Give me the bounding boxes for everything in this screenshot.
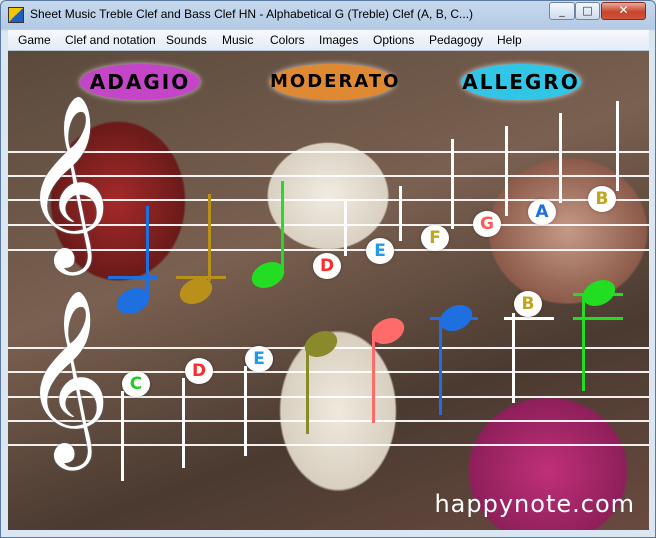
note-stem: [244, 366, 247, 456]
ledger-line: [108, 276, 158, 279]
menu-options[interactable]: Options: [373, 33, 414, 47]
app-icon[interactable]: [8, 7, 24, 23]
note-label-e[interactable]: E: [245, 346, 273, 372]
menu-music[interactable]: Music: [222, 33, 253, 47]
game-stage[interactable]: 𝄞 𝄞 ADAGIO MODERATO ALLEGRO D E F G A B …: [8, 51, 649, 530]
ledger-line: [573, 317, 623, 320]
note-stem: [512, 313, 515, 403]
treble-clef-upper: 𝄞: [22, 94, 111, 268]
note-stem: [451, 139, 454, 229]
window-title: Sheet Music Treble Clef and Bass Clef HN…: [30, 7, 474, 21]
note-label-b[interactable]: B: [588, 186, 616, 212]
note-stem: [121, 391, 124, 481]
menu-images[interactable]: Images: [319, 33, 358, 47]
note-stem: [505, 126, 508, 216]
note-label-f[interactable]: F: [421, 225, 449, 251]
close-button[interactable]: ✕: [601, 2, 646, 20]
note-label-e[interactable]: E: [366, 238, 394, 264]
note-label-d[interactable]: D: [185, 358, 213, 384]
menu-sounds[interactable]: Sounds: [166, 33, 207, 47]
note-stem: [616, 101, 619, 191]
allegro-button[interactable]: ALLEGRO: [461, 64, 581, 100]
note-stem: [559, 113, 562, 203]
note-label-c[interactable]: C: [122, 371, 150, 397]
moderato-button[interactable]: MODERATO: [270, 64, 398, 100]
app-window: Sheet Music Treble Clef and Bass Clef HN…: [0, 0, 656, 538]
note-stem: [582, 295, 585, 391]
note-stem: [439, 319, 442, 415]
minimize-button[interactable]: _: [549, 2, 575, 20]
note-label-a[interactable]: A: [528, 199, 556, 225]
note-stem: [344, 201, 347, 256]
note-label-b[interactable]: B: [514, 291, 542, 317]
note-stem: [146, 206, 149, 294]
title-bar[interactable]: Sheet Music Treble Clef and Bass Clef HN…: [1, 1, 655, 29]
note-stem: [182, 378, 185, 468]
note-stem: [372, 333, 375, 423]
note-label-g[interactable]: G: [473, 211, 501, 237]
maximize-button[interactable]: □: [575, 2, 600, 20]
note-label-d[interactable]: D: [313, 253, 341, 279]
note-stem: [399, 186, 402, 241]
menu-help[interactable]: Help: [497, 33, 522, 47]
adagio-button[interactable]: ADAGIO: [80, 64, 200, 100]
treble-clef-lower: 𝄞: [22, 289, 111, 463]
note-stem: [281, 181, 284, 271]
note-stem: [306, 344, 309, 434]
menu-pedagogy[interactable]: Pedagogy: [429, 33, 483, 47]
menu-bar: Game Clef and notation Sounds Music Colo…: [8, 30, 649, 51]
menu-game[interactable]: Game: [18, 33, 51, 47]
note-stem: [208, 194, 211, 281]
menu-clef-and-notation[interactable]: Clef and notation: [65, 33, 156, 47]
menu-colors[interactable]: Colors: [270, 33, 305, 47]
site-watermark: happynote.com: [434, 490, 635, 518]
